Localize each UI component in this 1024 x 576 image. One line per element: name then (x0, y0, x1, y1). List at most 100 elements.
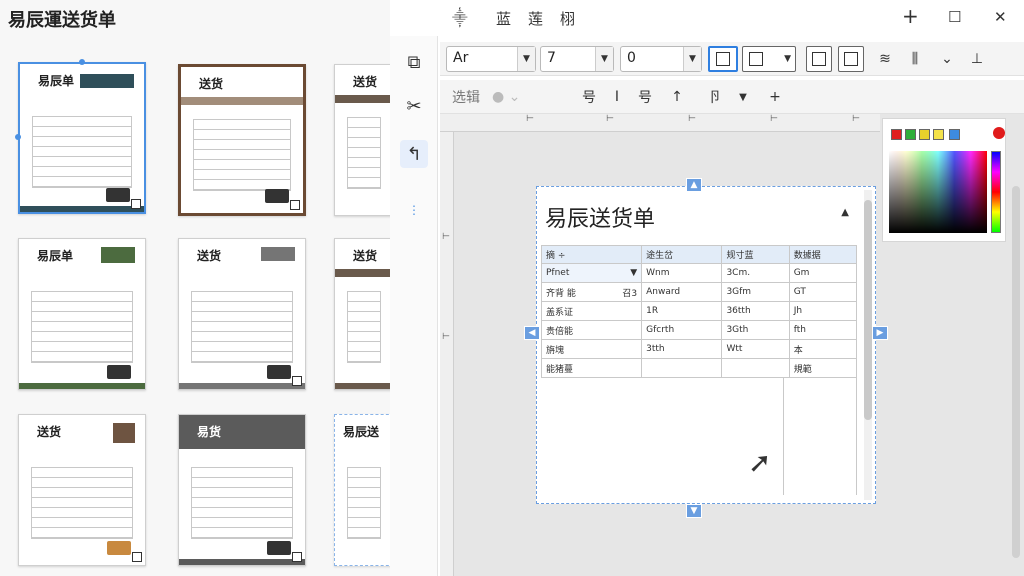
column-header[interactable]: 规寸蓝 (721, 245, 790, 264)
table-cell[interactable]: 3tth (641, 339, 723, 359)
chevron-down-icon[interactable]: ▼ (683, 47, 701, 71)
table-cell[interactable]: Jh (788, 301, 858, 321)
resize-handle-bottom[interactable]: ▼ (686, 504, 702, 518)
color-picker[interactable] (882, 118, 1006, 242)
template-thumbnail[interactable]: 易货 (178, 414, 306, 566)
delivery-note-document[interactable]: 易辰送货单 ▲ 摘 ÷ 途生岔 规寸蓝 数據据 Pfnet ▼ Wnm 3Cm.… (536, 186, 876, 504)
template-thumbnail[interactable]: 送货 (334, 238, 394, 390)
move-icon[interactable]: + (762, 84, 788, 110)
template-thumbnail[interactable]: 易辰单 (18, 238, 146, 390)
arrow-up-icon[interactable]: ↑ (664, 84, 690, 110)
color-swatch[interactable] (891, 129, 902, 140)
template-thumbnail[interactable]: 易辰单 (18, 62, 146, 214)
chevron-down-icon[interactable]: ▼ (784, 54, 791, 64)
table-cell[interactable]: Wnm (641, 263, 723, 283)
font-name-select[interactable]: Ar ▼ (446, 46, 536, 72)
table-cell[interactable]: 3Gfm (721, 282, 790, 302)
hue-slider[interactable] (991, 151, 1001, 233)
close-icon[interactable]: ✕ (994, 8, 1007, 26)
selection-mode-select[interactable]: 选辑 ● ⌄ (452, 84, 562, 110)
column-header[interactable]: 摘 ÷ (540, 245, 643, 264)
table-cell[interactable]: 3Gth (721, 320, 790, 340)
thumbnail-footer (19, 383, 145, 389)
inner-border-button[interactable] (838, 46, 864, 72)
selection-handle[interactable] (15, 134, 21, 140)
heading-icon[interactable]: 号 (632, 84, 658, 110)
table-cell[interactable]: GT (788, 282, 858, 302)
more-tool-icon[interactable]: ⋮ (400, 196, 428, 224)
table-cell[interactable]: Wtt (721, 339, 790, 359)
resize-handle-left[interactable]: ◀ (524, 326, 540, 340)
table-cell[interactable]: 盖系证 (540, 301, 643, 321)
cut-tool-icon[interactable]: ✂ (400, 92, 428, 120)
menu-item[interactable]: 蓝 (496, 8, 511, 29)
outer-border-button[interactable] (806, 46, 832, 72)
chevron-down-icon[interactable]: ▼ (730, 84, 756, 110)
chevron-down-icon[interactable]: ▼ (630, 268, 637, 278)
document-scrollbar[interactable] (864, 190, 872, 500)
chevron-down-icon[interactable]: ● ⌄ (492, 89, 520, 105)
table-cell[interactable]: fth (788, 320, 858, 340)
add-icon[interactable]: + (902, 4, 919, 28)
template-thumbnail[interactable]: 送货 (334, 64, 394, 216)
undo-tool-icon[interactable]: ↰ (400, 140, 428, 168)
column-header[interactable]: 途生岔 (641, 245, 723, 264)
table-cell[interactable]: Anward (641, 282, 723, 302)
table-cell[interactable]: 贵倍能 (540, 320, 643, 340)
template-thumbnail[interactable]: 易辰送 (334, 414, 394, 566)
collapse-icon[interactable]: ▲ (841, 207, 849, 218)
color-swatch[interactable] (905, 129, 916, 140)
table-cell[interactable]: 能猪蔓 (540, 358, 643, 378)
table-cell[interactable]: Gm (788, 263, 858, 283)
document-title[interactable]: 易辰送货单 (545, 201, 655, 233)
menu-item[interactable]: 莲 (528, 8, 543, 29)
table-cell[interactable]: Pfnet ▼ (540, 263, 643, 283)
table-blank-area[interactable] (541, 377, 857, 495)
table-cell[interactable] (641, 358, 723, 378)
color-swatch[interactable] (933, 129, 944, 140)
app-title: 易辰運送货单 (8, 10, 116, 31)
template-thumbnail[interactable]: 送货 (18, 414, 146, 566)
panel-scrollbar[interactable] (1012, 186, 1020, 558)
chevron-down-icon[interactable]: ⌄ (934, 46, 960, 72)
table-cell[interactable]: 本 (788, 339, 858, 359)
chevron-down-icon[interactable]: ▼ (517, 47, 535, 71)
chevron-down-icon[interactable]: ▼ (595, 47, 613, 71)
current-color-indicator[interactable] (993, 127, 1005, 139)
table-cell[interactable]: 規範 (788, 358, 858, 378)
color-spectrum[interactable] (889, 151, 987, 233)
thumbnail-header-band (335, 269, 393, 277)
column-header[interactable]: 数據据 (788, 245, 858, 264)
align-icon[interactable]: ≋ (872, 46, 898, 72)
table-cell[interactable]: 36tth (721, 301, 790, 321)
italic-icon[interactable]: I (604, 84, 630, 110)
layout-tool-icon[interactable]: ⧉ (400, 48, 428, 76)
table-row: 齐背 能 召3 Anward 3Gfm GT (540, 282, 858, 302)
table-cell[interactable]: 齐背 能 召3 (540, 282, 643, 302)
table-cell[interactable] (721, 358, 790, 378)
delivery-table[interactable]: 摘 ÷ 途生岔 规寸蓝 数據据 Pfnet ▼ Wnm 3Cm. Gm 齐背 能… (540, 245, 858, 378)
columns-icon[interactable]: ⫼ (902, 46, 928, 72)
selection-handle[interactable] (79, 59, 85, 65)
spacing-select[interactable]: 0 ▼ (620, 46, 702, 72)
insert-icon[interactable]: 卪 (702, 84, 728, 110)
template-thumbnail[interactable]: 送货 (178, 64, 306, 216)
table-cell[interactable]: 旃塊 (540, 339, 643, 359)
table-cell[interactable]: Gfcrth (641, 320, 723, 340)
table-cell[interactable]: 1R (641, 301, 723, 321)
font-size-select[interactable]: 7 ▼ (540, 46, 614, 72)
baseline-icon[interactable]: ⊥ (964, 46, 990, 72)
border-box-button[interactable] (708, 46, 738, 72)
restore-icon[interactable]: ☐ (948, 8, 961, 26)
border-style-select[interactable]: ▼ (742, 46, 796, 72)
box-icon (107, 541, 131, 555)
resize-handle-top[interactable]: ▲ (686, 178, 702, 192)
scrollbar-thumb[interactable] (864, 200, 872, 420)
color-swatch[interactable] (949, 129, 960, 140)
menu-item[interactable]: 栩 (560, 8, 575, 29)
table-cell[interactable]: 3Cm. (721, 263, 790, 283)
paragraph-icon[interactable]: 号 (576, 84, 602, 110)
resize-handle-right[interactable]: ▶ (872, 326, 888, 340)
color-swatch[interactable] (919, 129, 930, 140)
template-thumbnail[interactable]: 送货 (178, 238, 306, 390)
